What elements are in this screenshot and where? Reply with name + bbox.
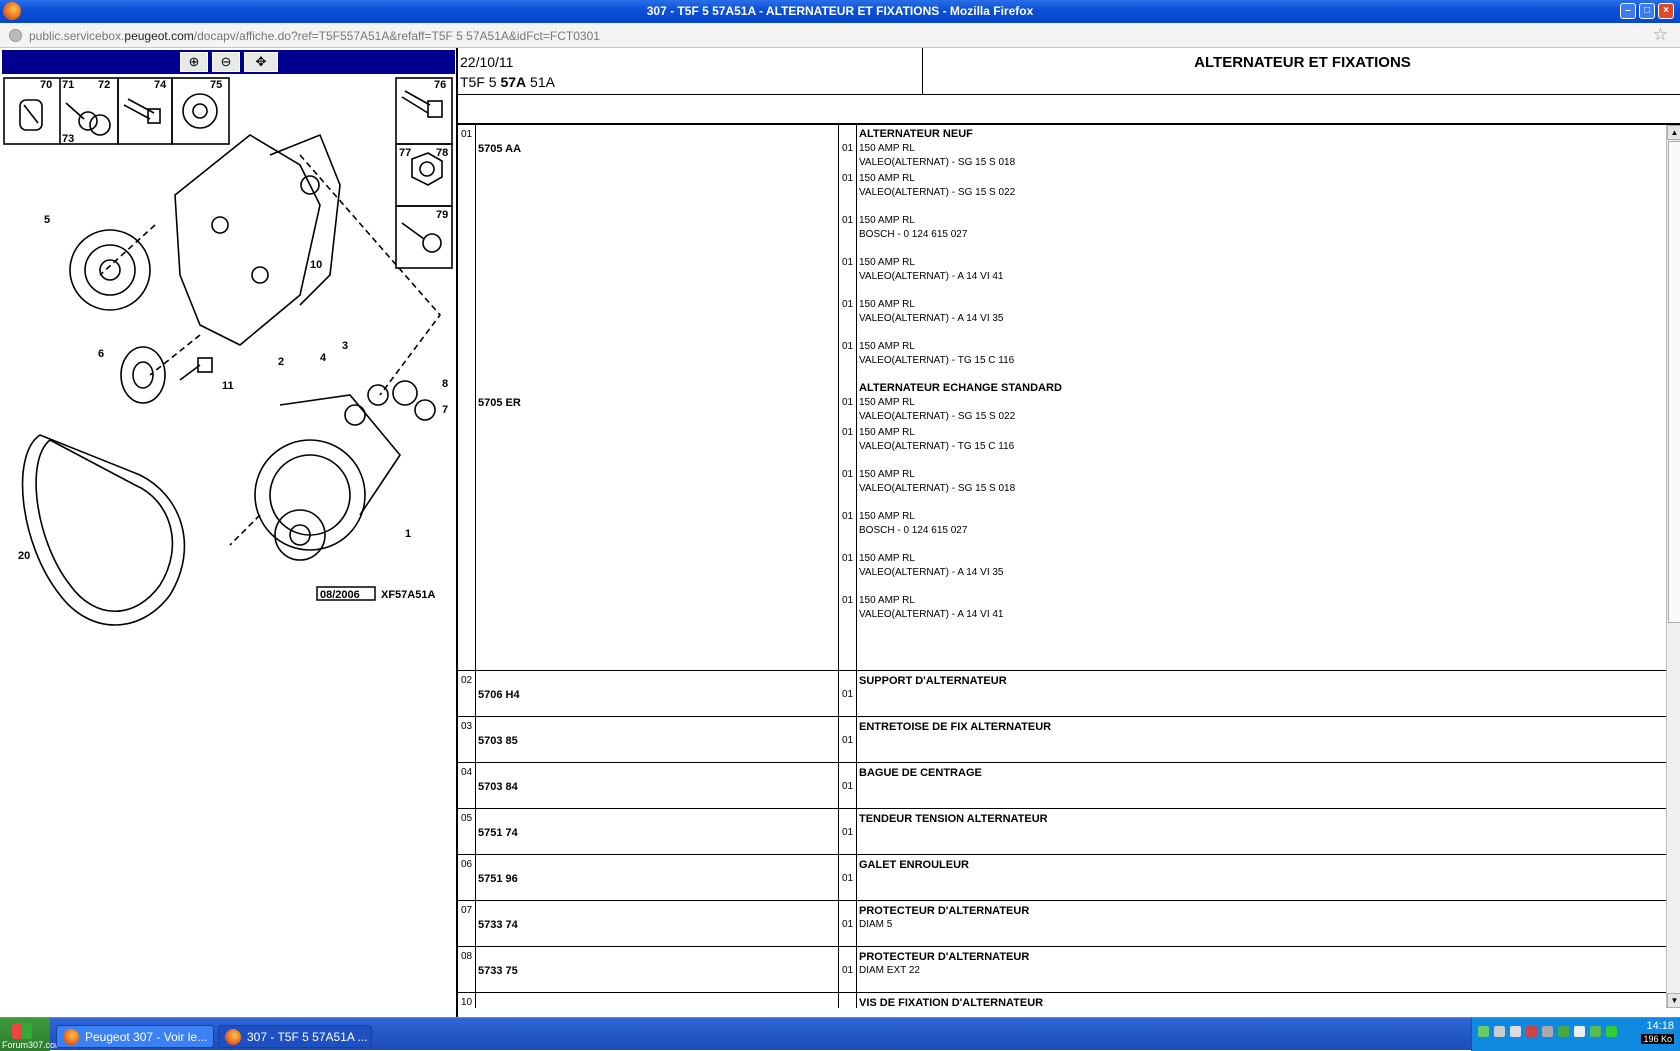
table-row[interactable]: 08 5733 75 01 PROTECTEUR D'ALTERNATEUR D… [458,947,1666,993]
diagram-ref-stamp: XF57A51A [381,589,435,601]
part-ref[interactable]: 5733 74 [478,919,518,931]
header-spacer [458,95,1680,125]
maximize-button[interactable]: □ [1639,3,1655,19]
scroll-up-icon[interactable]: ▲ [1667,125,1680,140]
callout-73: 73 [62,133,74,145]
table-row[interactable]: 05 5751 74 01 TENDEUR TENSION ALTERNATEU… [458,809,1666,855]
tray-icon[interactable] [1590,1026,1601,1037]
table-row[interactable]: 07 5733 74 01 PROTECTEUR D'ALTERNATEUR D… [458,901,1666,947]
parts-diagram: 70 71 72 73 74 75 76 77 78 79 5 6 1 2 3 … [3,77,453,626]
table-row[interactable]: 02 5706 H4 01 SUPPORT D'ALTERNATEUR [458,671,1666,717]
part-ref[interactable]: 5733 75 [478,965,518,977]
tray-icon[interactable] [1606,1026,1617,1037]
zoom-out-icon[interactable]: ⊖ [212,52,240,72]
zoom-pan-icon[interactable]: ✥ [244,52,278,72]
table-row[interactable]: 01 5705 AA 5705 ER ALTERNATEUR NEUF ALTE… [458,125,1666,671]
callout-79: 79 [436,209,448,221]
part-group: ALTERNATEUR ECHANGE STANDARD [859,382,1062,394]
download-speed: 196 Ko [1641,1034,1674,1044]
parts-header: 22/10/11 T5F 5 57A 51A ALTERNATEUR ET FI… [458,48,1680,95]
header-date: 22/10/11 [460,54,514,70]
windows-flag-icon [12,1023,32,1039]
callout-77: 77 [399,147,411,159]
callout-78: 78 [436,147,448,159]
part-ref[interactable]: 5751 74 [478,827,518,839]
part-ref[interactable]: 5703 85 [478,735,518,747]
callout-1: 1 [405,528,411,540]
part-ref[interactable]: 5705 ER [478,397,521,409]
callout-72: 72 [98,79,110,91]
address-url[interactable]: public.servicebox.peugeot.com/docapv/aff… [29,29,600,43]
scroll-down-icon[interactable]: ▼ [1667,993,1680,1008]
callout-5: 5 [44,214,50,226]
diagram-pane: ⊕ ⊖ ✥ 70 71 72 73 74 75 76 77 78 79 5 6 … [0,48,457,1017]
table-row[interactable]: 03 5703 85 01 ENTRETOISE DE FIX ALTERNAT… [458,717,1666,763]
parts-table: 01 5705 AA 5705 ER ALTERNATEUR NEUF ALTE… [458,125,1666,1008]
part-ref[interactable]: 5706 H4 [478,689,520,701]
security-icon[interactable] [1526,1026,1537,1037]
callout-8: 8 [442,378,448,390]
taskbar-item[interactable]: Peugeot 307 - Voir le... [56,1025,214,1048]
firefox-icon [63,1029,79,1045]
part-ref[interactable]: 5751 96 [478,873,518,885]
tray-icon[interactable] [1574,1026,1585,1037]
zoom-in-icon[interactable]: ⊕ [180,52,208,72]
zoom-toolbar: ⊕ ⊖ ✥ [2,50,455,74]
table-row[interactable]: 06 5751 96 01 GALET ENROULEUR [458,855,1666,901]
scroll-thumb[interactable] [1668,141,1680,623]
callout-74: 74 [154,79,167,91]
network-icon[interactable] [1478,1026,1489,1037]
close-button[interactable]: × [1658,3,1674,19]
header-title: ALTERNATEUR ET FIXATIONS [1194,54,1411,71]
firefox-icon [225,1029,241,1045]
callout-4: 4 [320,352,327,364]
signal-icon[interactable] [1494,1026,1505,1037]
table-row[interactable]: 04 5703 84 01 BAGUE DE CENTRAGE [458,763,1666,809]
callout-7: 7 [442,404,448,416]
taskbar-item-active[interactable]: 307 - T5F 5 57A51A ... [218,1025,372,1048]
address-bar[interactable]: public.servicebox.peugeot.com/docapv/aff… [0,23,1680,48]
part-ref[interactable]: 5703 84 [478,781,518,793]
vertical-scrollbar[interactable]: ▲ ▼ [1666,125,1680,1008]
part-ref[interactable]: 5705 AA [478,143,521,155]
callout-2: 2 [278,356,284,368]
callout-20: 20 [18,550,30,562]
callout-6: 6 [98,348,104,360]
window-titlebar: 307 - T5F 5 57A51A - ALTERNATEUR ET FIXA… [0,0,1680,23]
site-identity-icon[interactable] [9,29,22,42]
callout-75: 75 [210,79,222,91]
system-tray: 14:18 196 Ko [1471,1018,1680,1051]
tray-icon[interactable] [1558,1026,1569,1037]
clock: 14:18 [1646,1020,1674,1032]
parts-list: 22/10/11 T5F 5 57A 51A ALTERNATEUR ET FI… [456,48,1680,1017]
window-title: 307 - T5F 5 57A51A - ALTERNATEUR ET FIXA… [646,4,1034,18]
callout-70: 70 [40,79,52,91]
minimize-button[interactable]: – [1620,3,1636,19]
callout-71: 71 [62,79,74,91]
diagram-date-stamp: 08/2006 [320,589,360,601]
part-group: ALTERNATEUR NEUF [859,128,973,140]
header-ref: T5F 5 57A 51A [460,74,555,90]
bookmark-star-icon[interactable]: ☆ [1653,25,1668,45]
taskbar: Forum307.com Peugeot 307 - Voir le... 30… [0,1017,1680,1051]
callout-10: 10 [310,259,322,271]
callout-76: 76 [434,79,446,91]
callout-3: 3 [342,340,348,352]
callout-11: 11 [222,380,234,392]
start-button[interactable]: Forum307.com [0,1018,63,1051]
volume-icon[interactable] [1510,1026,1521,1037]
table-row[interactable]: 10 VIS DE FIXATION D'ALTERNATEUR [458,993,1666,1008]
tray-icon[interactable] [1542,1026,1553,1037]
